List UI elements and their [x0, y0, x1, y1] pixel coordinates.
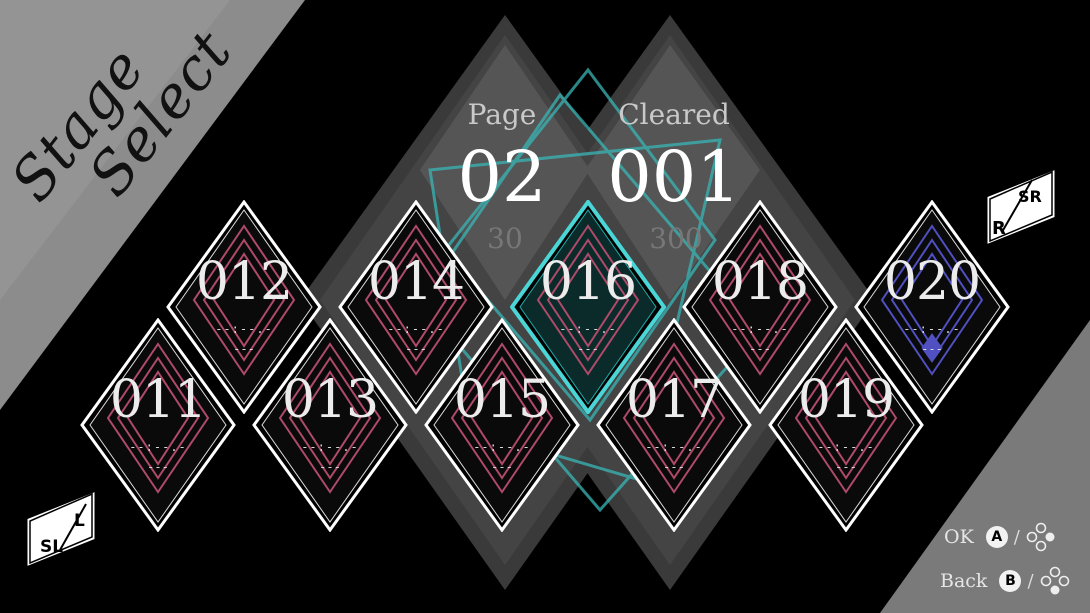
- stage-select-screen: Stage Select Page 02 30 Cleared 001 300 …: [0, 0, 1090, 613]
- back-label: Back: [940, 570, 988, 592]
- stage-rank: ---: [491, 460, 513, 474]
- dpad-right-icon: [1026, 522, 1055, 552]
- stage-number: 012: [195, 252, 293, 312]
- b-button-icon: B: [999, 570, 1022, 592]
- prev-bottom-label: SL: [40, 537, 63, 557]
- next-page-button[interactable]: SR R: [976, 162, 1066, 252]
- stage-best-time: --:--.-: [645, 440, 703, 454]
- stage-best-time: --:--.-: [817, 440, 875, 454]
- stage-best-time: --:--.-: [129, 440, 187, 454]
- stage-rank: ---: [921, 342, 943, 356]
- stage-best-time: --:--.-: [301, 440, 359, 454]
- next-bottom-label: R: [992, 218, 1006, 239]
- back-hint: Back B /: [940, 566, 1070, 596]
- a-button-icon: A: [985, 526, 1008, 548]
- ok-hint: OK A /: [944, 522, 1056, 552]
- stage-rank: ---: [319, 460, 341, 474]
- stage-best-time: --:--.-: [473, 440, 531, 454]
- cleared-label: Cleared: [618, 98, 730, 131]
- stage-rank: ---: [147, 460, 169, 474]
- stage-rank: ---: [663, 460, 685, 474]
- next-top-label: SR: [1018, 187, 1042, 206]
- stage-number: 018: [711, 252, 809, 312]
- page-label: Page: [467, 98, 537, 131]
- ok-label: OK: [944, 526, 974, 548]
- dpad-down-icon: [1040, 566, 1069, 595]
- stage-number: 014: [367, 252, 465, 312]
- prev-page-button[interactable]: L SL: [16, 484, 106, 574]
- stage-best-time: --:--.-: [903, 322, 961, 336]
- stage-number: 020: [883, 252, 981, 312]
- stage-rank: ---: [835, 460, 857, 474]
- stage-number: 016: [539, 252, 637, 312]
- prev-top-label: L: [74, 511, 85, 531]
